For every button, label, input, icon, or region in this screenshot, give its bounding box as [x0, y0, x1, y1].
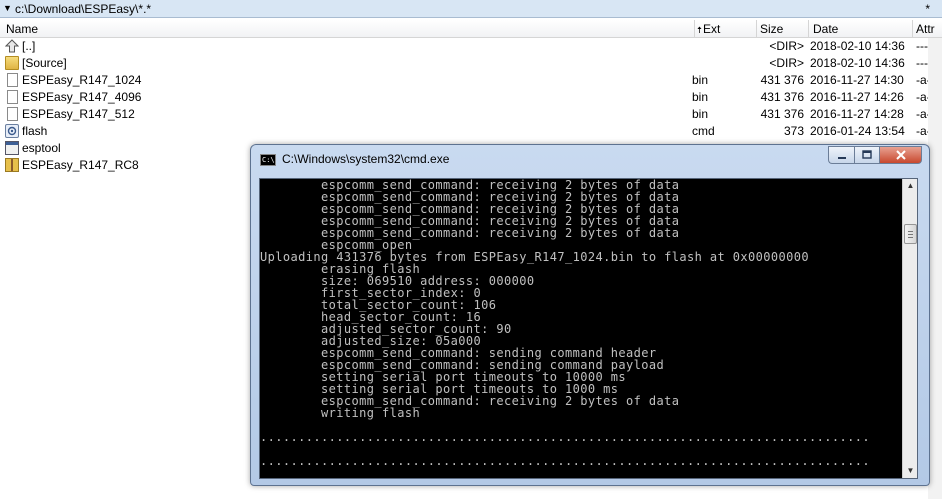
file-size: 431 376 — [760, 107, 804, 121]
maximize-button[interactable] — [854, 146, 879, 164]
maximize-icon — [862, 150, 872, 159]
console-icon: C:\ — [260, 154, 276, 166]
path-bar[interactable]: ▼ c:\Download\ESPEasy\*.* * — [0, 0, 942, 18]
archive-icon — [5, 158, 19, 172]
file-row[interactable]: ESPEasy_R147_512 bin 431 376 2016-11-27 … — [0, 106, 942, 123]
scroll-up-arrow-icon[interactable]: ▲ — [904, 179, 917, 193]
file-name: ESPEasy_R147_1024 — [22, 73, 142, 87]
console-text: espcomm_send_command: receiving 2 bytes … — [260, 179, 905, 478]
column-divider[interactable] — [756, 20, 757, 38]
console-scrollbar[interactable]: ▲ ▼ — [902, 179, 917, 478]
file-size: 373 — [783, 124, 804, 138]
file-name: ESPEasy_R147_RC8 — [22, 158, 139, 172]
folder-icon — [5, 56, 19, 70]
file-row[interactable]: [Source] <DIR> 2018-02-10 14:36 ---- — [0, 55, 942, 72]
file-date: 2016-01-24 13:54 — [810, 124, 905, 138]
file-size: 431 376 — [760, 73, 804, 87]
window-controls — [828, 146, 922, 165]
column-size[interactable]: Size — [760, 22, 783, 36]
minimize-button[interactable] — [828, 146, 854, 164]
grip-line — [908, 234, 913, 235]
column-divider[interactable] — [912, 20, 913, 38]
console-line: writing flash — [260, 406, 421, 420]
file-ext: bin — [692, 107, 709, 121]
file-name: esptool — [22, 141, 61, 155]
executable-icon — [5, 141, 19, 155]
column-name[interactable]: Name — [6, 22, 38, 36]
column-ext[interactable]: 🠅Ext — [697, 22, 720, 37]
file-list-scrollbar[interactable] — [928, 38, 942, 499]
file-ext: cmd — [692, 124, 715, 138]
file-date: 2016-11-27 14:30 — [810, 73, 904, 87]
file-date: 2018-02-10 14:36 — [810, 39, 905, 53]
file-ext: bin — [692, 73, 709, 87]
console-output-area[interactable]: espcomm_send_command: receiving 2 bytes … — [259, 178, 918, 479]
cmd-titlebar[interactable]: C:\ C:\Windows\system32\cmd.exe — [251, 145, 929, 173]
scroll-thumb[interactable] — [904, 224, 917, 244]
file-icon — [7, 90, 18, 104]
cmd-window[interactable]: C:\ C:\Windows\system32\cmd.exe espcomm_… — [250, 144, 930, 486]
file-row[interactable]: flash cmd 373 2016-01-24 13:54 -a-- — [0, 123, 942, 140]
script-icon — [5, 124, 19, 138]
file-row[interactable]: ESPEasy_R147_1024 bin 431 376 2016-11-27… — [0, 72, 942, 89]
column-divider[interactable] — [808, 20, 809, 38]
column-divider[interactable] — [694, 20, 695, 38]
file-size: <DIR> — [769, 56, 804, 70]
close-button[interactable] — [879, 146, 922, 164]
file-row[interactable]: ESPEasy_R147_4096 bin 431 376 2016-11-27… — [0, 89, 942, 106]
file-date: 2016-11-27 14:26 — [810, 90, 904, 104]
console-line: ........................................… — [260, 430, 870, 444]
up-arrow-icon: 🠅 — [697, 25, 702, 35]
grip-line — [908, 237, 913, 238]
column-date[interactable]: Date — [813, 22, 838, 36]
file-date: 2016-11-27 14:28 — [810, 107, 904, 121]
file-name: [Source] — [22, 56, 67, 70]
file-size: <DIR> — [769, 39, 804, 53]
scroll-down-arrow-icon[interactable]: ▼ — [904, 464, 917, 478]
column-header: Name 🠅Ext Size Date Attr — [0, 20, 942, 38]
column-attr[interactable]: Attr — [916, 22, 935, 36]
file-ext: bin — [692, 90, 709, 104]
file-date: 2018-02-10 14:36 — [810, 56, 905, 70]
favorites-star[interactable]: * — [925, 2, 930, 16]
file-row[interactable]: [..] <DIR> 2018-02-10 14:36 ---- — [0, 38, 942, 55]
current-path: c:\Download\ESPEasy\*.* — [15, 2, 152, 16]
file-icon — [7, 73, 18, 87]
file-name: flash — [22, 124, 48, 138]
grip-line — [908, 231, 913, 232]
column-ext-label: Ext — [702, 22, 721, 36]
console-line: ........................................… — [260, 454, 870, 468]
chevron-down-icon[interactable]: ▼ — [3, 3, 13, 14]
file-name: ESPEasy_R147_512 — [22, 107, 135, 121]
file-size: 431 376 — [760, 90, 804, 104]
cmd-window-title: C:\Windows\system32\cmd.exe — [282, 152, 450, 166]
file-name: [..] — [22, 39, 36, 53]
close-icon — [895, 150, 906, 160]
up-folder-icon — [4, 39, 20, 53]
file-icon — [7, 107, 18, 121]
file-name: ESPEasy_R147_4096 — [22, 90, 142, 104]
minimize-icon — [837, 157, 846, 159]
